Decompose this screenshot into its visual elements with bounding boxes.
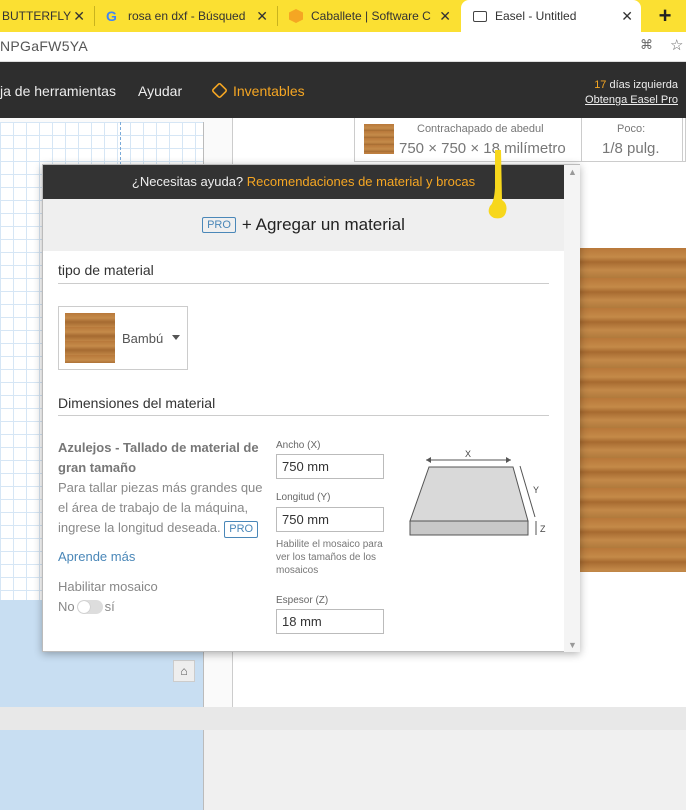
dimensions-title: Dimensiones del material <box>58 395 216 411</box>
tiling-toggle-row: No sí <box>58 599 115 614</box>
trial-info: 17 días izquierda Obtenga Easel Pro <box>585 78 678 108</box>
close-icon[interactable]: ✕ <box>621 8 633 25</box>
home-view-button[interactable]: ⌂ <box>173 660 195 682</box>
learn-more-link[interactable]: Aprende más <box>58 549 135 564</box>
tiling-hint: Habilite el mosaico para ver los tamaños… <box>276 539 383 576</box>
help-text: ¿Necesitas ayuda? <box>131 174 244 189</box>
recommendations-link[interactable]: Recomendaciones de material y brocas <box>247 174 475 189</box>
scroll-down-icon[interactable]: ▼ <box>568 640 577 650</box>
material-preview <box>580 248 686 572</box>
tiling-toggle[interactable] <box>76 599 103 614</box>
tab-butterfly[interactable]: BUTTERFLY ✕ <box>0 0 93 32</box>
scroll-up-icon[interactable]: ▲ <box>568 167 577 177</box>
bit-label: Poco: <box>617 123 646 135</box>
tab-easel[interactable]: Easel - Untitled ✕ <box>461 0 641 32</box>
modal-scrollbar[interactable]: ▲ ▼ <box>564 165 580 652</box>
section-divider <box>58 415 549 416</box>
material-modal: ¿Necesitas ayuda? Recomendaciones de mat… <box>42 164 580 652</box>
star-icon[interactable]: ☆ <box>670 36 683 54</box>
tiling-pro-badge: PRO <box>224 521 259 538</box>
tab-google-search[interactable]: G rosa en dxf - Búsqued ✕ <box>96 0 276 32</box>
trial-text: días izquierda <box>609 79 679 91</box>
trial-days: 17 <box>594 79 607 91</box>
material-type-value: Bambú <box>122 331 164 346</box>
tab-label: Easel - Untitled <box>495 9 577 23</box>
matbar-divider <box>581 118 582 162</box>
translate-icon[interactable]: ⌘ <box>640 37 653 53</box>
pro-badge: PRO <box>202 217 236 233</box>
menu-toolbox[interactable]: ja de herramientas <box>0 83 116 99</box>
section-divider <box>58 283 549 284</box>
highlight-annotation <box>488 150 507 219</box>
app-header: ja de herramientas Ayudar Inventables 17… <box>0 62 686 118</box>
inventables-logo-icon <box>211 82 228 99</box>
url-text[interactable]: NPGaFW5YA <box>0 38 88 54</box>
length-input[interactable]: 750 mm <box>276 507 384 532</box>
material-type-select[interactable]: Bambú <box>58 306 188 370</box>
tab-label: BUTTERFLY <box>2 9 72 23</box>
material-dimensions-diagram: X Y Z <box>409 449 546 536</box>
bit-value[interactable]: 1/8 pulg. <box>602 140 660 157</box>
get-pro-link[interactable]: Obtenga Easel Pro <box>585 93 678 108</box>
tiling-description: Azulejos - Tallado de material de gran t… <box>58 438 273 538</box>
bamboo-swatch <box>65 313 115 363</box>
tab-label: rosa en dxf - Búsqued <box>128 9 246 23</box>
material-swatch <box>364 124 394 154</box>
tiling-heading: Azulejos - Tallado de material de gran t… <box>58 440 259 475</box>
enable-tiling-label: Habilitar mosaico <box>58 579 158 594</box>
toggle-yes-label: sí <box>104 599 115 614</box>
width-input[interactable]: 750 mm <box>276 454 384 479</box>
thickness-input[interactable]: 18 mm <box>276 609 384 634</box>
tab-divider <box>94 6 95 26</box>
material-bar[interactable]: Contrachapado de abedul 750 × 750 × 18 m… <box>354 118 686 162</box>
menu-help[interactable]: Ayudar <box>138 83 182 99</box>
tab-label: Caballete | Software C <box>311 9 431 23</box>
length-label: Longitud (Y) <box>276 492 331 503</box>
easel-icon <box>473 10 487 22</box>
width-label: Ancho (X) <box>276 440 321 451</box>
close-icon[interactable]: ✕ <box>256 8 268 25</box>
thickness-label: Espesor (Z) <box>276 595 329 606</box>
browser-tab-bar: BUTTERFLY ✕ G rosa en dxf - Búsqued ✕ Ca… <box>0 0 686 32</box>
add-material-label: + Agregar un material <box>241 215 405 234</box>
material-name: Contrachapado de abedul <box>417 123 544 135</box>
new-tab-button[interactable]: + <box>644 0 686 32</box>
bottom-bar <box>0 707 686 730</box>
diagram-y-label: Y <box>533 485 539 495</box>
matbar-divider <box>682 118 683 162</box>
close-icon[interactable]: ✕ <box>73 8 85 25</box>
inventables-icon <box>289 9 303 23</box>
material-type-title: tipo de material <box>58 262 154 278</box>
tab-divider <box>277 6 278 26</box>
toggle-knob <box>77 600 90 613</box>
tab-caballete[interactable]: Caballete | Software C ✕ <box>279 0 459 32</box>
diagram-z-label: Z <box>540 524 546 534</box>
chevron-down-icon <box>172 335 180 340</box>
close-icon[interactable]: ✕ <box>439 8 451 25</box>
diagram-x-label: X <box>465 449 471 459</box>
toggle-no-label: No <box>58 599 75 614</box>
google-icon: G <box>106 8 117 24</box>
address-bar[interactable]: NPGaFW5YA ⌘ ☆ <box>0 32 686 62</box>
menu-inventables[interactable]: Inventables <box>233 83 305 99</box>
